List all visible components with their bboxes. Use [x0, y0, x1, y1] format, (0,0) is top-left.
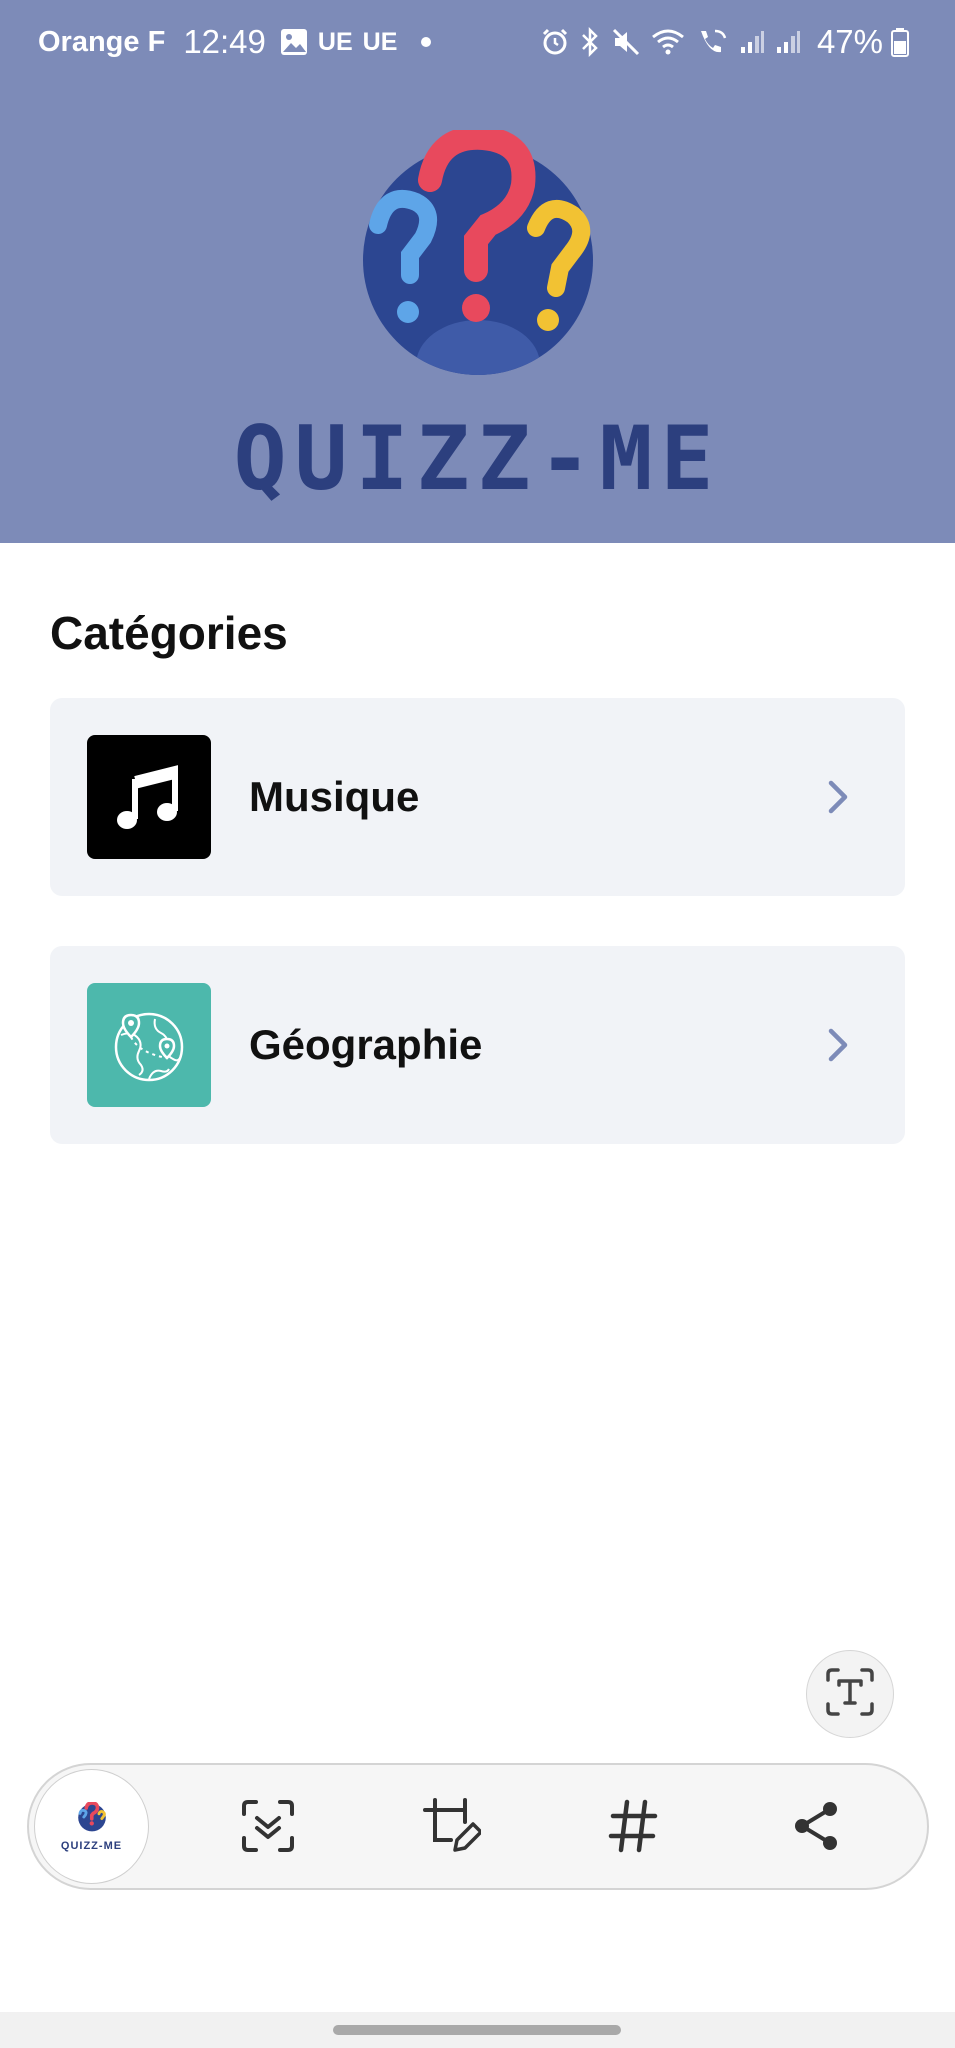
wifi-call-icon — [695, 27, 729, 57]
share-icon — [791, 1799, 841, 1858]
app-header: Orange F 12:49 UE UE 47% QUIZZ-ME — [0, 0, 955, 543]
category-item-musique[interactable]: Musique — [50, 698, 905, 896]
chevron-right-icon — [826, 779, 850, 815]
network-label: UE — [362, 27, 398, 56]
question-marks-logo-icon — [358, 125, 598, 385]
carrier-name: Orange F — [38, 25, 166, 58]
crop-edit-icon — [421, 1796, 483, 1861]
home-indicator[interactable] — [333, 2025, 621, 2035]
question-marks-logo-icon — [77, 1800, 107, 1837]
status-left: Orange F 12:49 UE UE — [38, 23, 432, 61]
wifi-icon — [651, 28, 685, 56]
battery-percent: 47% — [816, 23, 883, 60]
text-extract-button[interactable] — [806, 1650, 894, 1738]
system-nav-bar — [0, 2012, 955, 2048]
hashtag-button[interactable] — [603, 1798, 663, 1858]
categories-title: Catégories — [50, 607, 288, 659]
bluetooth-icon — [579, 27, 601, 57]
screenshot-thumbnail[interactable]: QUIZZ-ME — [34, 1769, 149, 1884]
share-button[interactable] — [786, 1798, 846, 1858]
mute-icon — [611, 27, 641, 57]
alarm-icon — [541, 28, 569, 56]
globe-icon — [87, 983, 211, 1107]
signal-icon — [775, 29, 801, 55]
crop-edit-button[interactable] — [421, 1796, 483, 1861]
hashtag-icon — [607, 1798, 659, 1859]
notification-dot — [421, 37, 432, 47]
logo-title: QUIZZ-ME — [233, 407, 722, 510]
battery-icon — [891, 27, 909, 57]
category-label: Géographie — [249, 1021, 483, 1068]
screenshot-toolbar: QUIZZ-ME — [27, 1763, 929, 1890]
category-item-geographie[interactable]: Géographie — [50, 946, 905, 1144]
app-logo: QUIZZ-ME — [0, 125, 955, 510]
scroll-capture-icon — [240, 1798, 296, 1859]
scroll-capture-button[interactable] — [238, 1798, 298, 1858]
status-right: 47% — [541, 23, 919, 61]
thumbnail-label: QUIZZ-ME — [60, 1839, 123, 1852]
signal-icon — [739, 29, 765, 55]
clock: 12:49 — [183, 23, 266, 60]
music-note-icon — [87, 735, 211, 859]
text-extract-icon — [824, 1666, 876, 1723]
category-label: Musique — [249, 773, 420, 820]
status-bar: Orange F 12:49 UE UE 47% — [0, 0, 955, 84]
network-label: UE — [317, 27, 353, 56]
image-icon — [280, 28, 308, 56]
chevron-right-icon — [826, 1027, 850, 1063]
